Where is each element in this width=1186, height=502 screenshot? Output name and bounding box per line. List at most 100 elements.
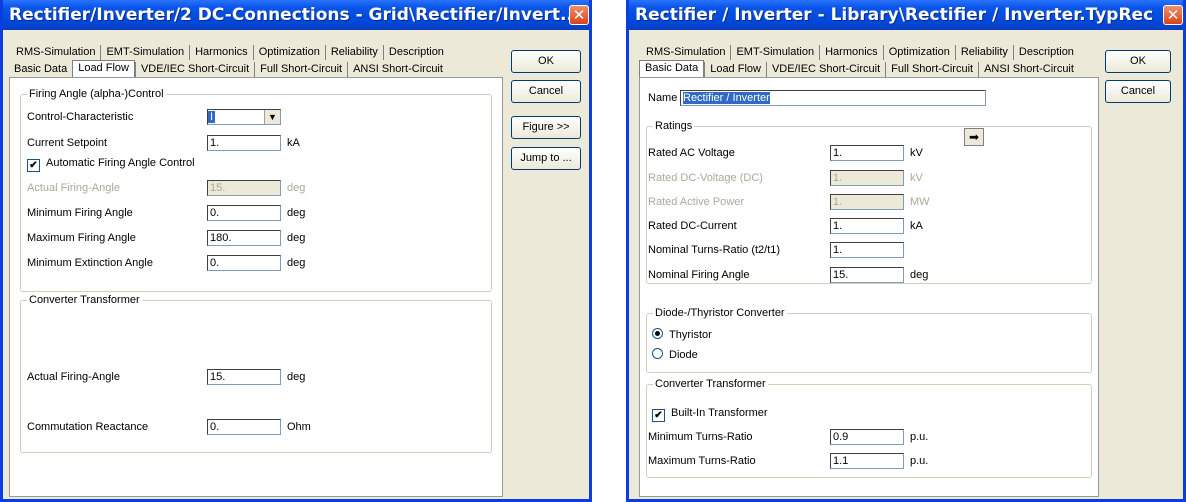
rated-dc-voltage-label: Rated DC-Voltage (DC) <box>648 172 763 184</box>
title-bar[interactable]: Rectifier / Inverter - Library\Rectifier… <box>629 0 1183 30</box>
tab-load-flow[interactable]: Load Flow <box>704 62 766 77</box>
load-flow-panel: Firing Angle (alpha-)Control Control-Cha… <box>9 77 503 497</box>
name-label: Name <box>648 92 678 104</box>
commutation-reactance-unit: Ohm <box>287 421 311 433</box>
rated-dc-voltage-unit: kV <box>910 172 923 184</box>
tab-rms-simulation[interactable]: RMS-Simulation <box>11 45 100 60</box>
max-firing-angle-label: Maximum Firing Angle <box>27 232 136 244</box>
min-turns-ratio-input[interactable]: 0.9 <box>830 429 904 445</box>
min-extinction-angle-unit: deg <box>287 257 306 269</box>
tab-emt-simulation[interactable]: EMT-Simulation <box>100 45 189 60</box>
ok-button[interactable]: OK <box>511 50 581 73</box>
min-extinction-angle-input[interactable]: 0. <box>207 255 281 271</box>
min-firing-angle-label: Minimum Firing Angle <box>27 207 133 219</box>
tab-ansi-short-circuit[interactable]: ANSI Short-Circuit <box>347 62 448 77</box>
tab-harmonics[interactable]: Harmonics <box>819 45 883 60</box>
converter-type-group-title: Diode-/Thyristor Converter <box>653 307 787 319</box>
actual-firing-angle-unit: deg <box>287 182 306 194</box>
tab-basic-data[interactable]: Basic Data <box>639 60 705 77</box>
cancel-button[interactable]: Cancel <box>511 80 581 103</box>
title-bar[interactable]: Rectifier/Inverter/2 DC-Connections - Gr… <box>3 0 589 30</box>
actual-firing-angle-input: 15. <box>207 180 281 196</box>
current-setpoint-input[interactable]: 1. <box>207 135 281 151</box>
tab-emt-simulation[interactable]: EMT-Simulation <box>730 45 819 60</box>
rated-ac-voltage-label: Rated AC Voltage <box>648 147 735 159</box>
max-firing-angle-input[interactable]: 180. <box>207 230 281 246</box>
tab-description[interactable]: Description <box>1012 45 1079 60</box>
thyristor-label: Thyristor <box>669 329 712 341</box>
nominal-turns-ratio-input[interactable]: 1. <box>830 242 904 258</box>
auto-firing-angle-checkbox[interactable]: ✔ Automatic Firing Angle Control <box>27 157 195 172</box>
ratings-group-title: Ratings <box>653 120 695 132</box>
current-setpoint-unit: kA <box>287 137 300 149</box>
converter-type-group: Diode-/Thyristor Converter <box>646 307 1092 373</box>
ok-button[interactable]: OK <box>1105 50 1171 73</box>
rated-dc-current-unit: kA <box>910 220 923 232</box>
rated-active-power-label: Rated Active Power <box>648 196 744 208</box>
tab-reliability[interactable]: Reliability <box>324 45 383 60</box>
figure-button[interactable]: Figure >> <box>511 116 581 139</box>
nominal-firing-angle-input[interactable]: 15. <box>830 267 904 283</box>
chevron-down-icon[interactable]: ▼ <box>264 110 280 124</box>
diode-radio[interactable]: Diode <box>652 348 698 361</box>
rectifier-inverter-element-dialog: Rectifier/Inverter/2 DC-Connections - Gr… <box>0 0 592 502</box>
tab-optimization[interactable]: Optimization <box>882 45 955 60</box>
tab-vde-iec-short-circuit[interactable]: VDE/IEC Short-Circuit <box>134 62 254 77</box>
min-firing-angle-unit: deg <box>287 207 306 219</box>
nominal-firing-angle-unit: deg <box>910 269 929 281</box>
tab-basic-data[interactable]: Basic Data <box>9 62 72 77</box>
tab-row-1: RMS-Simulation EMT-Simulation Harmonics Opt… <box>11 45 449 60</box>
rated-dc-voltage-input: 1. <box>830 170 904 186</box>
thyristor-radio[interactable]: Thyristor <box>652 328 712 341</box>
max-turns-ratio-input[interactable]: 1.1 <box>830 453 904 469</box>
tab-load-flow[interactable]: Load Flow <box>72 60 135 77</box>
converter-transformer-group-title: Converter Transformer <box>653 378 768 390</box>
arrow-right-icon[interactable]: ➡ <box>964 128 984 146</box>
max-firing-angle-unit: deg <box>287 232 306 244</box>
nominal-turns-ratio-label: Nominal Turns-Ratio (t2/t1) <box>648 244 781 256</box>
radio-selected-icon <box>652 328 663 339</box>
min-firing-angle-input[interactable]: 0. <box>207 205 281 221</box>
diode-label: Diode <box>669 349 698 361</box>
tab-rms-simulation[interactable]: RMS-Simulation <box>641 45 730 60</box>
jump-to-button[interactable]: Jump to ... <box>511 147 581 170</box>
tab-vde-iec-short-circuit[interactable]: VDE/IEC Short-Circuit <box>765 62 885 77</box>
converter-transformer-group-title: Converter Transformer <box>27 294 142 306</box>
min-turns-ratio-label: Minimum Turns-Ratio <box>648 431 753 443</box>
window-title: Rectifier/Inverter/2 DC-Connections - Gr… <box>9 5 580 25</box>
close-icon[interactable]: ✕ <box>1163 5 1183 25</box>
tab-harmonics[interactable]: Harmonics <box>189 45 253 60</box>
max-turns-ratio-label: Maximum Turns-Ratio <box>648 455 756 467</box>
tab-reliability[interactable]: Reliability <box>954 45 1013 60</box>
radio-unselected-icon <box>652 348 663 359</box>
tab-full-short-circuit[interactable]: Full Short-Circuit <box>254 62 347 77</box>
current-setpoint-label: Current Setpoint <box>27 137 108 149</box>
cancel-button[interactable]: Cancel <box>1105 80 1171 103</box>
commutation-reactance-input[interactable]: 0. <box>207 419 281 435</box>
close-icon[interactable]: ✕ <box>569 5 589 25</box>
tab-row-2: Basic Data Load Flow VDE/IEC Short-Circuit… <box>639 60 1079 77</box>
tab-row-2: Basic Data Load Flow VDE/IEC Short-Circuit… <box>9 60 448 77</box>
tab-ansi-short-circuit[interactable]: ANSI Short-Circuit <box>978 62 1079 77</box>
rated-dc-current-label: Rated DC-Current <box>648 220 737 232</box>
rated-active-power-unit: MW <box>910 196 930 208</box>
control-characteristic-label: Control-Characteristic <box>27 111 134 123</box>
checkbox-check-icon: ✔ <box>27 159 40 172</box>
tab-full-short-circuit[interactable]: Full Short-Circuit <box>885 62 978 77</box>
rated-ac-voltage-input[interactable]: 1. <box>830 145 904 161</box>
name-value: Rectifier / Inverter <box>683 92 770 104</box>
name-input[interactable]: Rectifier / Inverter <box>680 90 986 106</box>
rated-dc-current-input[interactable]: 1. <box>830 218 904 234</box>
actual-firing-angle-label: Actual Firing-Angle <box>27 182 120 194</box>
rectifier-inverter-type-dialog: Rectifier / Inverter - Library\Rectifier… <box>626 0 1186 502</box>
commutation-reactance-label: Commutation Reactance <box>27 421 149 433</box>
transformer-actual-firing-angle-input[interactable]: 15. <box>207 369 281 385</box>
built-in-transformer-checkbox[interactable]: ✔ Built-In Transformer <box>652 407 768 422</box>
firing-angle-group-title: Firing Angle (alpha-)Control <box>27 88 166 100</box>
tab-optimization[interactable]: Optimization <box>252 45 325 60</box>
nominal-firing-angle-label: Nominal Firing Angle <box>648 269 750 281</box>
rated-ac-voltage-unit: kV <box>910 147 923 159</box>
control-characteristic-value: I <box>208 111 216 123</box>
tab-description[interactable]: Description <box>382 45 449 60</box>
control-characteristic-select[interactable]: I ▼ <box>207 109 281 125</box>
